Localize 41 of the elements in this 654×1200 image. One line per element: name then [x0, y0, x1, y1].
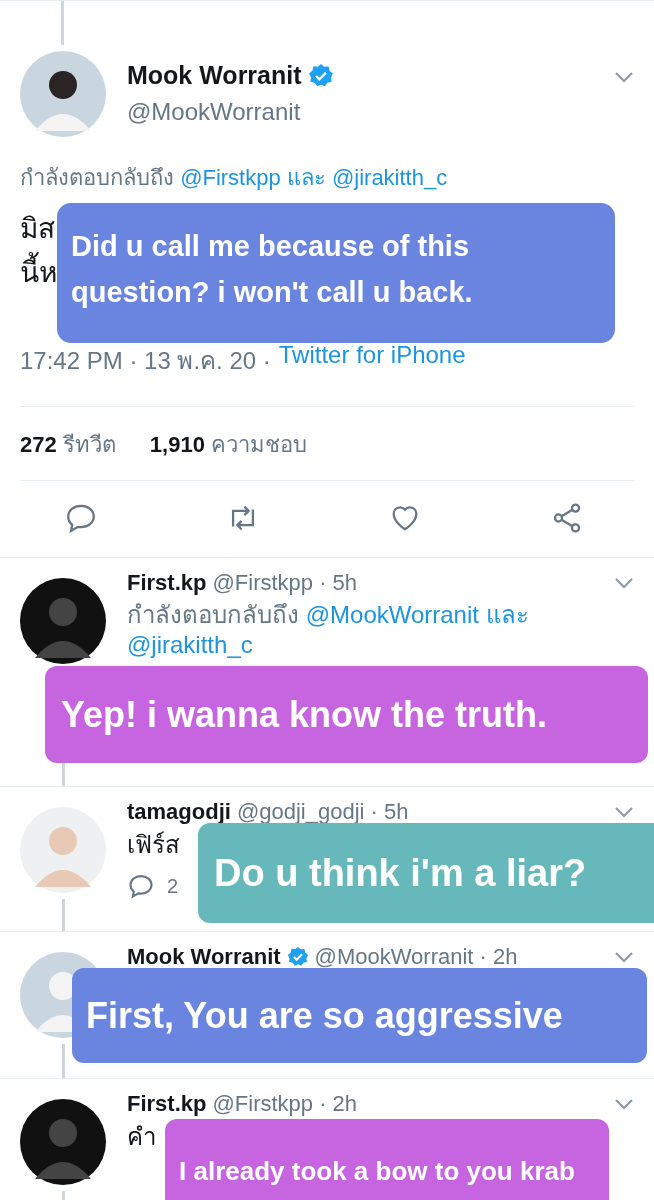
caption-overlay: Did u call me because of this question? i won't call u back.: [57, 203, 615, 343]
caption-overlay: Yep! i wanna know the truth.: [45, 666, 648, 763]
chevron-down-icon[interactable]: [614, 951, 634, 963]
chevron-down-icon[interactable]: [614, 71, 634, 83]
avatar[interactable]: [20, 1099, 106, 1185]
tweet-text: นี้ห: [20, 253, 57, 293]
tweet-text: มิส: [20, 212, 55, 246]
chevron-down-icon[interactable]: [614, 1098, 634, 1110]
stat-count[interactable]: 272 รีทวีต: [20, 427, 116, 462]
mention-link[interactable]: @MookWorranit: [305, 601, 479, 628]
source-link[interactable]: Twitter for iPhone: [278, 341, 466, 380]
mention-link[interactable]: @jirakitth_c: [127, 631, 253, 658]
tweet-text: เฟิร์ส: [127, 829, 180, 860]
reply-count: 2: [167, 874, 179, 898]
timestamp: 17:42 PM · 13 พ.ค. 20 ·: [20, 346, 271, 376]
caption-overlay: I already took a bow to you krab: [165, 1119, 609, 1200]
caption-overlay: First, You are so aggressive: [72, 968, 647, 1063]
user-name: First.kp: [127, 570, 207, 596]
user-name: Mook Worranit: [127, 61, 302, 90]
user-handle: @godji_godji · 5h: [236, 799, 409, 825]
mention-link[interactable]: และ: [485, 601, 529, 628]
user-handle: @Firstkpp · 5h: [212, 570, 358, 596]
reply-to-line: กำลังตอบกลับถึง @MookWorranit และ @jirakitth_c: [127, 600, 530, 660]
user-handle: @MookWorranit · 2h: [314, 944, 518, 970]
tweet-text: คำ: [127, 1121, 156, 1152]
user-name: tamagodji: [127, 799, 231, 825]
mention-link[interactable]: @jirakitth_c: [331, 165, 448, 190]
mention-link[interactable]: และ: [286, 165, 326, 190]
stat-count[interactable]: 1,910 ความชอบ: [149, 427, 308, 462]
chevron-down-icon[interactable]: [614, 806, 634, 818]
user-name: First.kp: [127, 1091, 207, 1117]
reply-icon[interactable]: [127, 872, 155, 900]
chevron-down-icon[interactable]: [614, 577, 634, 589]
avatar[interactable]: [20, 51, 106, 137]
avatar[interactable]: [20, 578, 106, 664]
user-name: Mook Worranit: [127, 944, 281, 970]
mention-link[interactable]: @Firstkpp: [180, 165, 281, 190]
reply-to-line: กำลังตอบกลับถึง @Firstkpp และ @jirakitth_c: [20, 164, 449, 192]
user-handle: @MookWorranit: [127, 98, 302, 126]
user-handle: @Firstkpp · 2h: [212, 1091, 358, 1117]
caption-overlay: Do u think i'm a liar?: [198, 823, 654, 923]
